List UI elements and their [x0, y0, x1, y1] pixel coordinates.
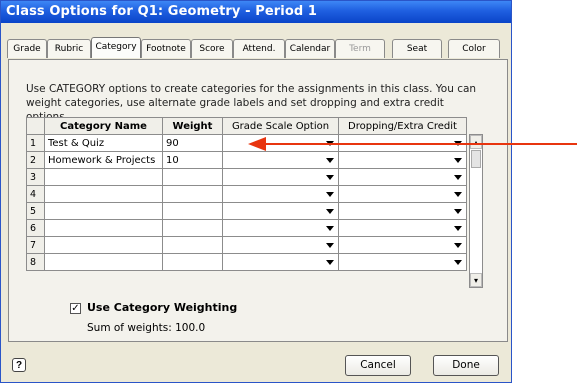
callout-arrow-head-icon [248, 137, 266, 151]
tab-category[interactable]: Category [91, 37, 141, 58]
callout-arrow [248, 137, 577, 151]
